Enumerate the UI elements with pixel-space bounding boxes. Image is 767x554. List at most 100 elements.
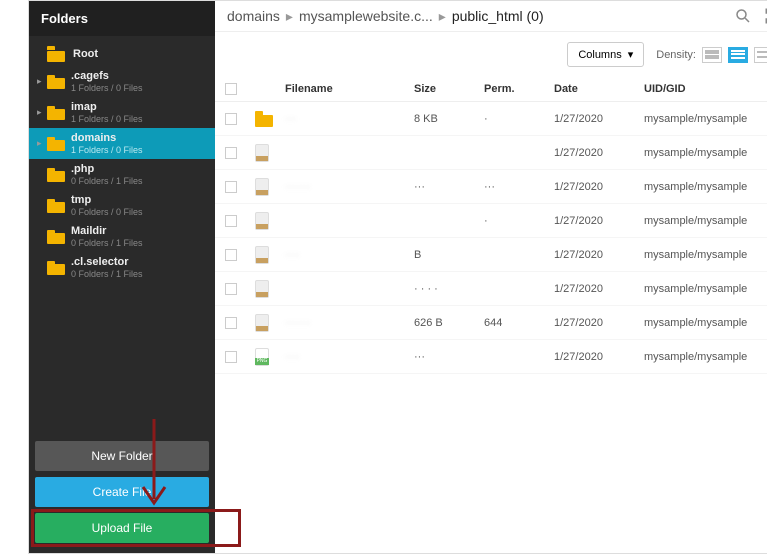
row-checkbox[interactable] — [225, 283, 237, 295]
tree-item-tmp[interactable]: tmp0 Folders / 0 Files — [29, 190, 215, 221]
table-row[interactable]: ·······1/27/2020mysample/mysample — [215, 340, 767, 374]
table-row[interactable]: ·············1/27/2020mysample/mysample — [215, 170, 767, 204]
tree-sublabel: 1 Folders / 0 Files — [71, 145, 143, 155]
tree-item-cagefs[interactable]: ▸ .cagefs1 Folders / 0 Files — [29, 66, 215, 97]
file-perm: · — [484, 215, 554, 227]
folder-icon — [47, 261, 65, 275]
file-uidgid: mysample/mysample — [644, 181, 767, 193]
row-checkbox[interactable] — [225, 215, 237, 227]
file-perm: 644 — [484, 317, 554, 329]
tree-item-maildir[interactable]: Maildir0 Folders / 1 Files — [29, 221, 215, 252]
tree-sublabel: 0 Folders / 1 Files — [71, 269, 143, 279]
file-name: ···· — [285, 351, 300, 363]
chevron-right-icon: ▸ — [439, 8, 446, 25]
breadcrumb-item[interactable]: mysamplewebsite.c... — [299, 8, 433, 24]
tree-label: imap — [71, 101, 143, 113]
tree-item-imap[interactable]: ▸ imap1 Folders / 0 Files — [29, 97, 215, 128]
file-size: B — [414, 249, 484, 261]
density-compact-button[interactable] — [702, 47, 722, 63]
table-row[interactable]: ······· 626 B6441/27/2020mysample/mysampl… — [215, 306, 767, 340]
file-date: 1/27/2020 — [554, 215, 644, 227]
col-perm[interactable]: Perm. — [484, 83, 554, 95]
file-table: Filename Size Perm. Date UID/GID ···8 KB… — [215, 77, 767, 374]
file-date: 1/27/2020 — [554, 317, 644, 329]
row-checkbox[interactable] — [225, 249, 237, 261]
search-icon[interactable] — [734, 7, 752, 25]
row-checkbox[interactable] — [225, 147, 237, 159]
tree-item-clselector[interactable]: .cl.selector0 Folders / 1 Files — [29, 252, 215, 283]
tree-label: Root — [73, 48, 98, 60]
chevron-icon[interactable]: ▸ — [37, 107, 47, 118]
tree-sublabel: 0 Folders / 1 Files — [71, 238, 143, 248]
new-folder-button[interactable]: New Folder — [35, 441, 209, 471]
density-normal-button[interactable] — [728, 47, 748, 63]
row-checkbox[interactable] — [225, 351, 237, 363]
tree-sublabel: 0 Folders / 1 Files — [71, 176, 143, 186]
file-date: 1/27/2020 — [554, 283, 644, 295]
select-all-checkbox[interactable] — [225, 83, 237, 95]
file-size: 626 B — [414, 317, 484, 329]
folder-icon — [47, 106, 65, 120]
file-perm: ··· — [484, 181, 554, 193]
tree-label: .php — [71, 163, 143, 175]
col-filename[interactable]: Filename — [285, 83, 414, 95]
upload-file-button[interactable]: Upload File — [35, 513, 209, 543]
columns-button[interactable]: Columns ▾ — [567, 42, 644, 67]
tree-label: .cl.selector — [71, 256, 143, 268]
tree-sublabel: 1 Folders / 0 Files — [71, 114, 143, 124]
breadcrumb-item[interactable]: domains — [227, 8, 280, 24]
file-name: ······· — [285, 317, 311, 329]
file-uidgid: mysample/mysample — [644, 113, 767, 125]
file-uidgid: mysample/mysample — [644, 351, 767, 363]
caret-down-icon: ▾ — [628, 48, 634, 61]
file-icon — [255, 280, 269, 298]
folder-icon — [255, 111, 273, 127]
folder-icon — [47, 168, 65, 182]
file-size: ··· — [414, 351, 484, 363]
breadcrumb-item-current[interactable]: public_html (0) — [452, 8, 544, 24]
chevron-right-icon: ▸ — [286, 8, 293, 25]
file-size: ··· — [414, 181, 484, 193]
density-label: Density: — [656, 49, 696, 61]
tree-label: Maildir — [71, 225, 143, 237]
create-file-button[interactable]: Create File — [35, 477, 209, 507]
col-date[interactable]: Date — [554, 83, 644, 95]
tree-label: tmp — [71, 194, 143, 206]
folder-tree: Root ▸ .cagefs1 Folders / 0 Files ▸ imap… — [29, 36, 215, 289]
topbar: domains ▸ mysamplewebsite.c... ▸ public_… — [215, 1, 767, 32]
file-uidgid: mysample/mysample — [644, 249, 767, 261]
file-date: 1/27/2020 — [554, 147, 644, 159]
table-header: Filename Size Perm. Date UID/GID — [215, 77, 767, 102]
col-uidgid[interactable]: UID/GID — [644, 83, 767, 95]
file-date: 1/27/2020 — [554, 181, 644, 193]
col-size[interactable]: Size — [414, 83, 484, 95]
file-uidgid: mysample/mysample — [644, 317, 767, 329]
row-checkbox[interactable] — [225, 317, 237, 329]
table-row[interactable]: ···8 KB·1/27/2020mysample/mysample — [215, 102, 767, 136]
file-date: 1/27/2020 — [554, 351, 644, 363]
file-size: · · · · — [414, 283, 484, 295]
chevron-icon[interactable]: ▸ — [37, 138, 47, 149]
sidebar-title: Folders — [29, 1, 215, 36]
tree-item-domains[interactable]: ▸ domains1 Folders / 0 Files — [29, 128, 215, 159]
tree-item-root[interactable]: Root — [29, 42, 215, 66]
tree-label: .cagefs — [71, 70, 143, 82]
table-row[interactable]: ·1/27/2020mysample/mysample — [215, 204, 767, 238]
file-uidgid: mysample/mysample — [644, 283, 767, 295]
row-checkbox[interactable] — [225, 113, 237, 125]
file-icon — [255, 178, 269, 196]
breadcrumb: domains ▸ mysamplewebsite.c... ▸ public_… — [227, 8, 544, 25]
tree-item-php[interactable]: .php0 Folders / 1 Files — [29, 159, 215, 190]
density-loose-button[interactable] — [754, 47, 767, 63]
table-row[interactable]: · · · · 1/27/2020mysample/mysample — [215, 272, 767, 306]
file-uidgid: mysample/mysample — [644, 215, 767, 227]
chevron-icon[interactable]: ▸ — [37, 76, 47, 87]
row-checkbox[interactable] — [225, 181, 237, 193]
file-icon — [255, 212, 269, 230]
view-controls: Columns ▾ Density: — [215, 32, 767, 77]
table-row[interactable]: 1/27/2020mysample/mysample — [215, 136, 767, 170]
columns-label: Columns — [578, 49, 621, 61]
image-file-icon — [255, 348, 269, 366]
table-row[interactable]: ···· B1/27/2020mysample/mysample — [215, 238, 767, 272]
folder-icon — [47, 199, 65, 213]
